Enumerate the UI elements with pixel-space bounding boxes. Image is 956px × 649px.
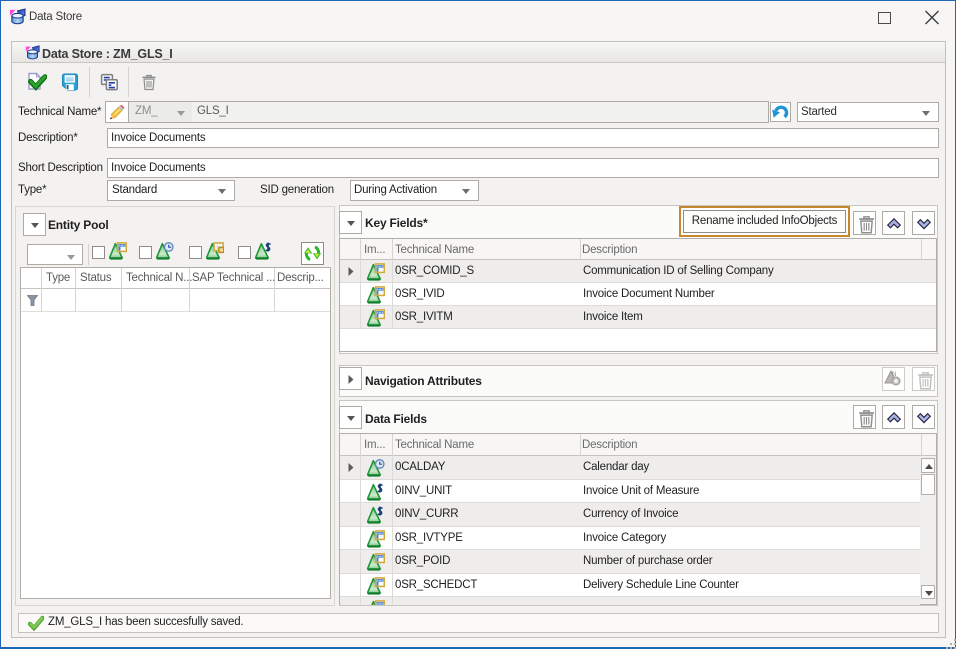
svg-text:N: N bbox=[892, 372, 896, 378]
